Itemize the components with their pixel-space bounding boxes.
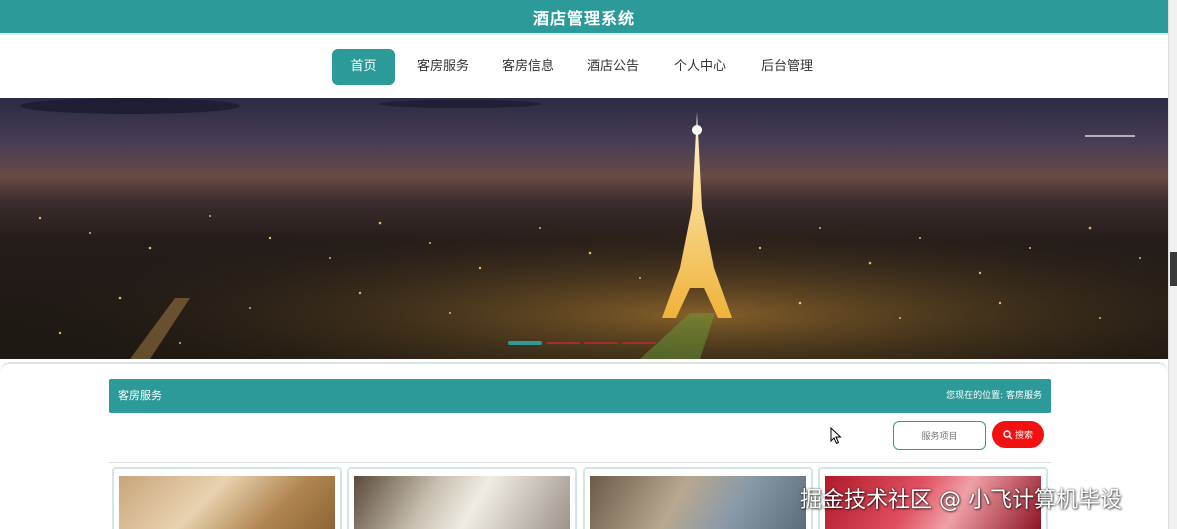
- section-title: 客房服务: [118, 389, 162, 402]
- carousel-dot[interactable]: [584, 342, 618, 344]
- room-card[interactable]: [112, 467, 342, 529]
- banner-image: [0, 98, 1168, 359]
- header-bar: 酒店管理系统: [0, 0, 1168, 33]
- room-image: [119, 476, 335, 529]
- scrollbar-thumb[interactable]: [1170, 252, 1177, 286]
- watermark: 掘金技术社区 @ 小飞计算机毕设: [800, 488, 1122, 513]
- search-input[interactable]: [893, 421, 986, 450]
- nav-item-room-info[interactable]: 客房信息: [493, 49, 563, 85]
- banner-carousel[interactable]: [0, 98, 1168, 359]
- room-card[interactable]: [347, 467, 577, 529]
- room-card[interactable]: [583, 467, 813, 529]
- carousel-dot[interactable]: [622, 342, 656, 344]
- breadcrumb: 您现在的位置: 客房服务: [946, 391, 1042, 401]
- carousel-dot[interactable]: [546, 342, 580, 344]
- site-title: 酒店管理系统: [532, 8, 635, 28]
- room-image: [354, 476, 570, 529]
- nav-item-admin[interactable]: 后台管理: [752, 49, 822, 85]
- nav-item-announcements[interactable]: 酒店公告: [578, 49, 648, 85]
- divider: [109, 462, 1051, 463]
- main-nav: 首页 客房服务 客房信息 酒店公告 个人中心 后台管理: [0, 33, 1168, 98]
- carousel-dot-active[interactable]: [508, 341, 542, 345]
- search-button-label: 搜索: [1014, 430, 1033, 440]
- search-icon: [1003, 429, 1013, 439]
- nav-item-room-service[interactable]: 客房服务: [408, 49, 478, 85]
- nav-item-personal-center[interactable]: 个人中心: [665, 49, 735, 85]
- section-header: 客房服务 您现在的位置: 客房服务: [109, 379, 1051, 413]
- mouse-cursor-icon: [830, 427, 842, 445]
- search-button[interactable]: 搜索: [992, 421, 1044, 448]
- nav-item-home[interactable]: 首页: [332, 49, 395, 85]
- page: 酒店管理系统 首页 客房服务 客房信息 酒店公告 个人中心 后台管理 客房服务 …: [0, 0, 1168, 529]
- room-image: [590, 476, 806, 529]
